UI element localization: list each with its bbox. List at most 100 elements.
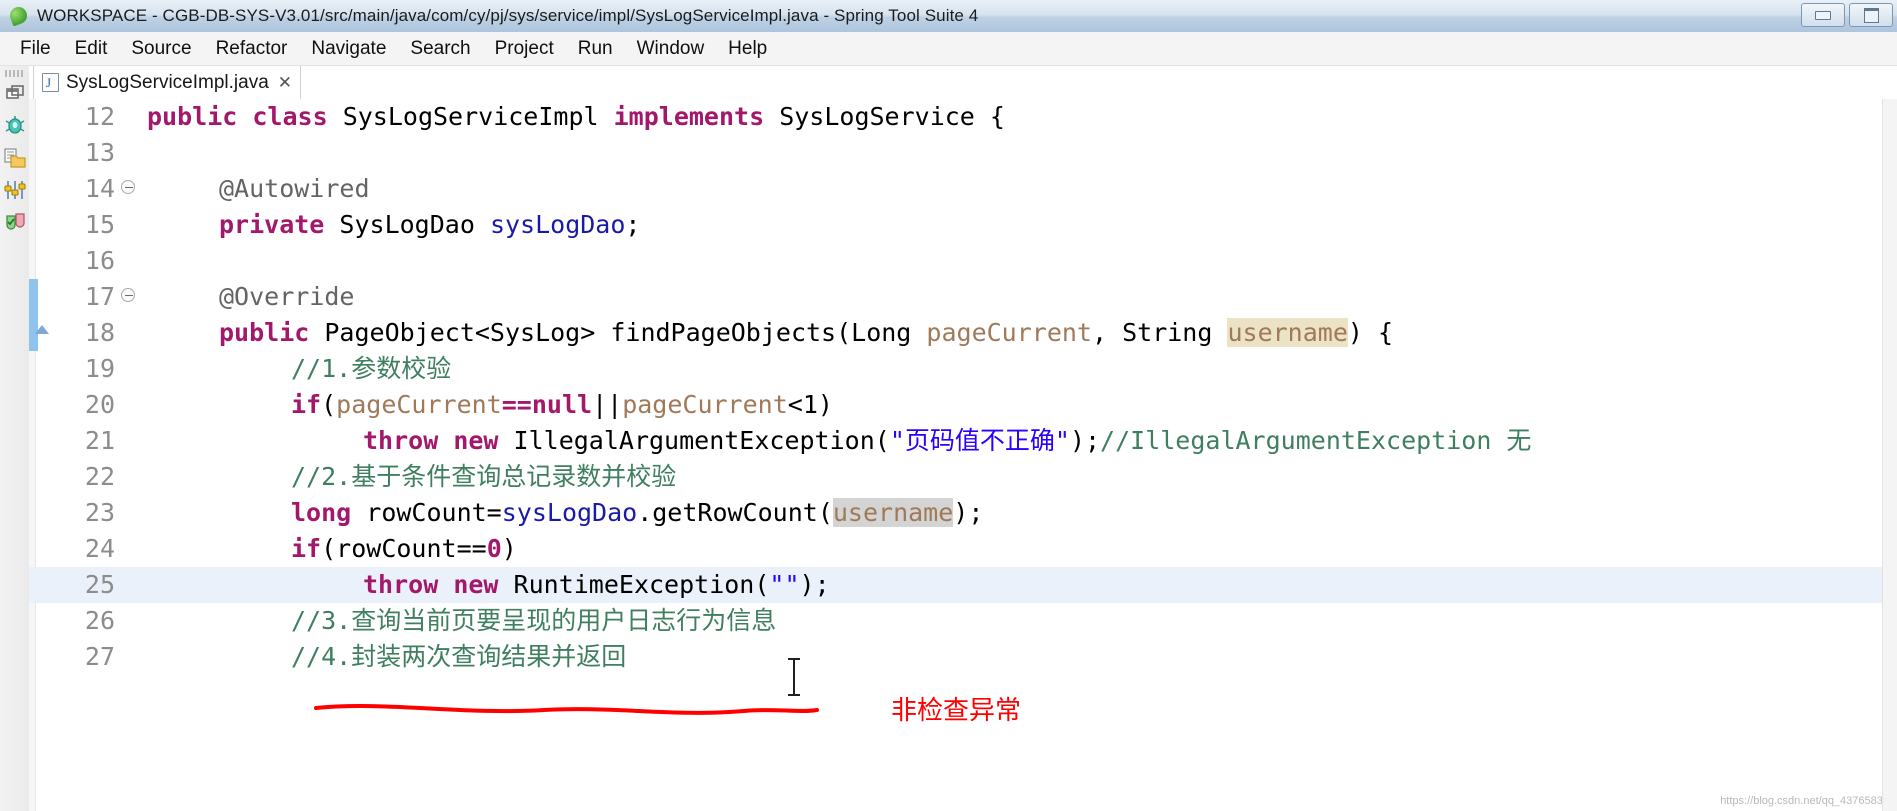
code-token: throw	[363, 570, 439, 599]
code-text: if(rowCount==0)	[291, 531, 517, 567]
line-number: 13	[84, 138, 115, 167]
code-line[interactable]: 16	[29, 243, 1897, 279]
line-number: 23	[84, 498, 115, 527]
code-token: if	[291, 534, 322, 563]
red-hand-underline	[314, 704, 819, 715]
code-token: );	[1069, 426, 1101, 455]
debug-bug-icon[interactable]	[3, 114, 27, 138]
code-token: //IllegalArgumentException 无	[1100, 426, 1532, 455]
line-number: 17	[84, 282, 115, 311]
code-line[interactable]: 13	[29, 135, 1897, 171]
fold-collapse-icon[interactable]	[121, 288, 137, 304]
menu-window[interactable]: Window	[625, 36, 717, 62]
editor-tab-label: SysLogServiceImpl.java	[66, 71, 269, 93]
code-line[interactable]: 23 long rowCount=sysLogDao.getRowCount(us…	[29, 495, 1897, 531]
line-number: 26	[84, 606, 115, 635]
line-number: 16	[84, 246, 115, 275]
code-editor[interactable]: 12 public class SysLogServiceImpl impleme…	[29, 99, 1897, 811]
code-text: @Autowired	[219, 171, 370, 207]
code-text: private SysLogDao sysLogDao;	[219, 207, 640, 243]
code-line[interactable]: 22 //2.基于条件查询总记录数并校验	[29, 459, 1897, 495]
code-text: public PageObject<SysLog> findPageObject…	[219, 315, 1393, 351]
text-ibeam-cursor-icon	[788, 658, 800, 696]
menu-help[interactable]: Help	[716, 36, 779, 62]
code-line[interactable]: 21 throw new IllegalArgumentException("页码…	[29, 423, 1897, 459]
maximize-button[interactable]	[1849, 3, 1893, 27]
code-line[interactable]: 15 private SysLogDao sysLogDao;	[29, 207, 1897, 243]
line-number: 24	[84, 534, 115, 563]
annotation-text: 非检查异常	[891, 696, 1022, 726]
line-number: 14	[84, 174, 115, 203]
code-token: "页码值不正确"	[889, 426, 1070, 455]
code-line[interactable]: 20 if(pageCurrent==null||pageCurrent<1)	[29, 387, 1897, 423]
code-token: username	[1227, 318, 1348, 347]
code-token: ||	[592, 390, 623, 419]
code-token: username	[832, 498, 954, 527]
code-token: SysLogServiceImpl	[327, 102, 614, 131]
code-token: public	[147, 102, 238, 131]
code-token: pageCurrent	[336, 390, 502, 419]
package-explorer-icon[interactable]	[3, 146, 27, 170]
code-token: );	[799, 570, 830, 599]
code-token: class	[252, 102, 328, 131]
close-icon[interactable]: ✕	[278, 74, 292, 91]
code-token: PageObject<SysLog> findPageObjects(Long	[309, 318, 927, 347]
menu-refactor[interactable]: Refactor	[204, 36, 300, 62]
code-token: @Override	[219, 282, 355, 311]
code-text: if(pageCurrent==null||pageCurrent<1)	[291, 387, 833, 423]
menu-source[interactable]: Source	[119, 36, 203, 62]
code-line[interactable]: 12 public class SysLogServiceImpl impleme…	[29, 99, 1897, 135]
menu-run[interactable]: Run	[566, 36, 625, 62]
code-line[interactable]: 27 //4.封装两次查询结果并返回	[29, 639, 1897, 675]
code-token: ) {	[1347, 318, 1394, 347]
line-number: 27	[84, 642, 115, 671]
code-token: )	[501, 534, 517, 563]
menu-project[interactable]: Project	[483, 36, 566, 62]
code-token: 0	[486, 534, 502, 563]
code-line[interactable]: 26 //3.查询当前页要呈现的用户日志行为信息	[29, 603, 1897, 639]
fold-collapse-icon[interactable]	[121, 180, 137, 196]
code-line[interactable]: 18 public PageObject<SysLog> findPageObje…	[29, 315, 1897, 351]
code-token: .getRowCount(	[637, 498, 833, 527]
code-token: @Autowired	[219, 174, 370, 203]
sliders-icon[interactable]	[3, 178, 27, 202]
code-token: (rowCount==	[321, 534, 487, 563]
code-token: pageCurrent	[926, 318, 1092, 347]
menu-file[interactable]: File	[8, 36, 63, 62]
left-icon-rail	[0, 66, 30, 811]
junit-icon[interactable]	[3, 210, 27, 234]
code-line[interactable]: 25 throw new RuntimeException("");	[29, 567, 1897, 603]
code-token: ;	[625, 210, 641, 239]
window-title: WORKSPACE - CGB-DB-SYS-V3.01/src/main/ja…	[37, 6, 979, 25]
code-token: SysLogService {	[764, 102, 1005, 131]
code-text: throw new RuntimeException("");	[363, 567, 830, 603]
code-token: new	[453, 426, 499, 455]
line-number: 12	[84, 102, 115, 131]
code-token: public	[219, 318, 310, 347]
code-token: //1.参数校验	[291, 354, 452, 383]
code-token: IllegalArgumentException(	[498, 426, 890, 455]
code-line[interactable]: 19 //1.参数校验	[29, 351, 1897, 387]
vertical-scrollbar[interactable]	[1882, 99, 1897, 811]
code-line[interactable]: 24 if(rowCount==0)	[29, 531, 1897, 567]
code-token: null	[531, 390, 593, 419]
editor-tab-syslogserviceimpl[interactable]: J SysLogServiceImpl.java ✕	[33, 66, 302, 99]
code-token: sysLogDao	[489, 210, 626, 239]
minimize-button[interactable]	[1801, 3, 1845, 27]
line-number: 20	[84, 390, 115, 419]
code-token: pageCurrent	[622, 390, 788, 419]
code-token: long	[291, 498, 352, 527]
menu-edit[interactable]: Edit	[63, 36, 120, 62]
override-marker-icon	[35, 325, 49, 334]
editor-tabstrip: J SysLogServiceImpl.java ✕	[29, 66, 1897, 100]
code-token: //4.封装两次查询结果并返回	[291, 642, 627, 671]
code-line[interactable]: 14 @Autowired	[29, 171, 1897, 207]
restore-view-icon[interactable]	[3, 82, 27, 106]
code-token: ""	[769, 570, 800, 599]
code-text: //1.参数校验	[291, 351, 451, 387]
menu-navigate[interactable]: Navigate	[299, 36, 398, 62]
code-line[interactable]: 17 @Override	[29, 279, 1897, 315]
menu-search[interactable]: Search	[398, 36, 482, 62]
rail-grip[interactable]	[5, 70, 23, 77]
